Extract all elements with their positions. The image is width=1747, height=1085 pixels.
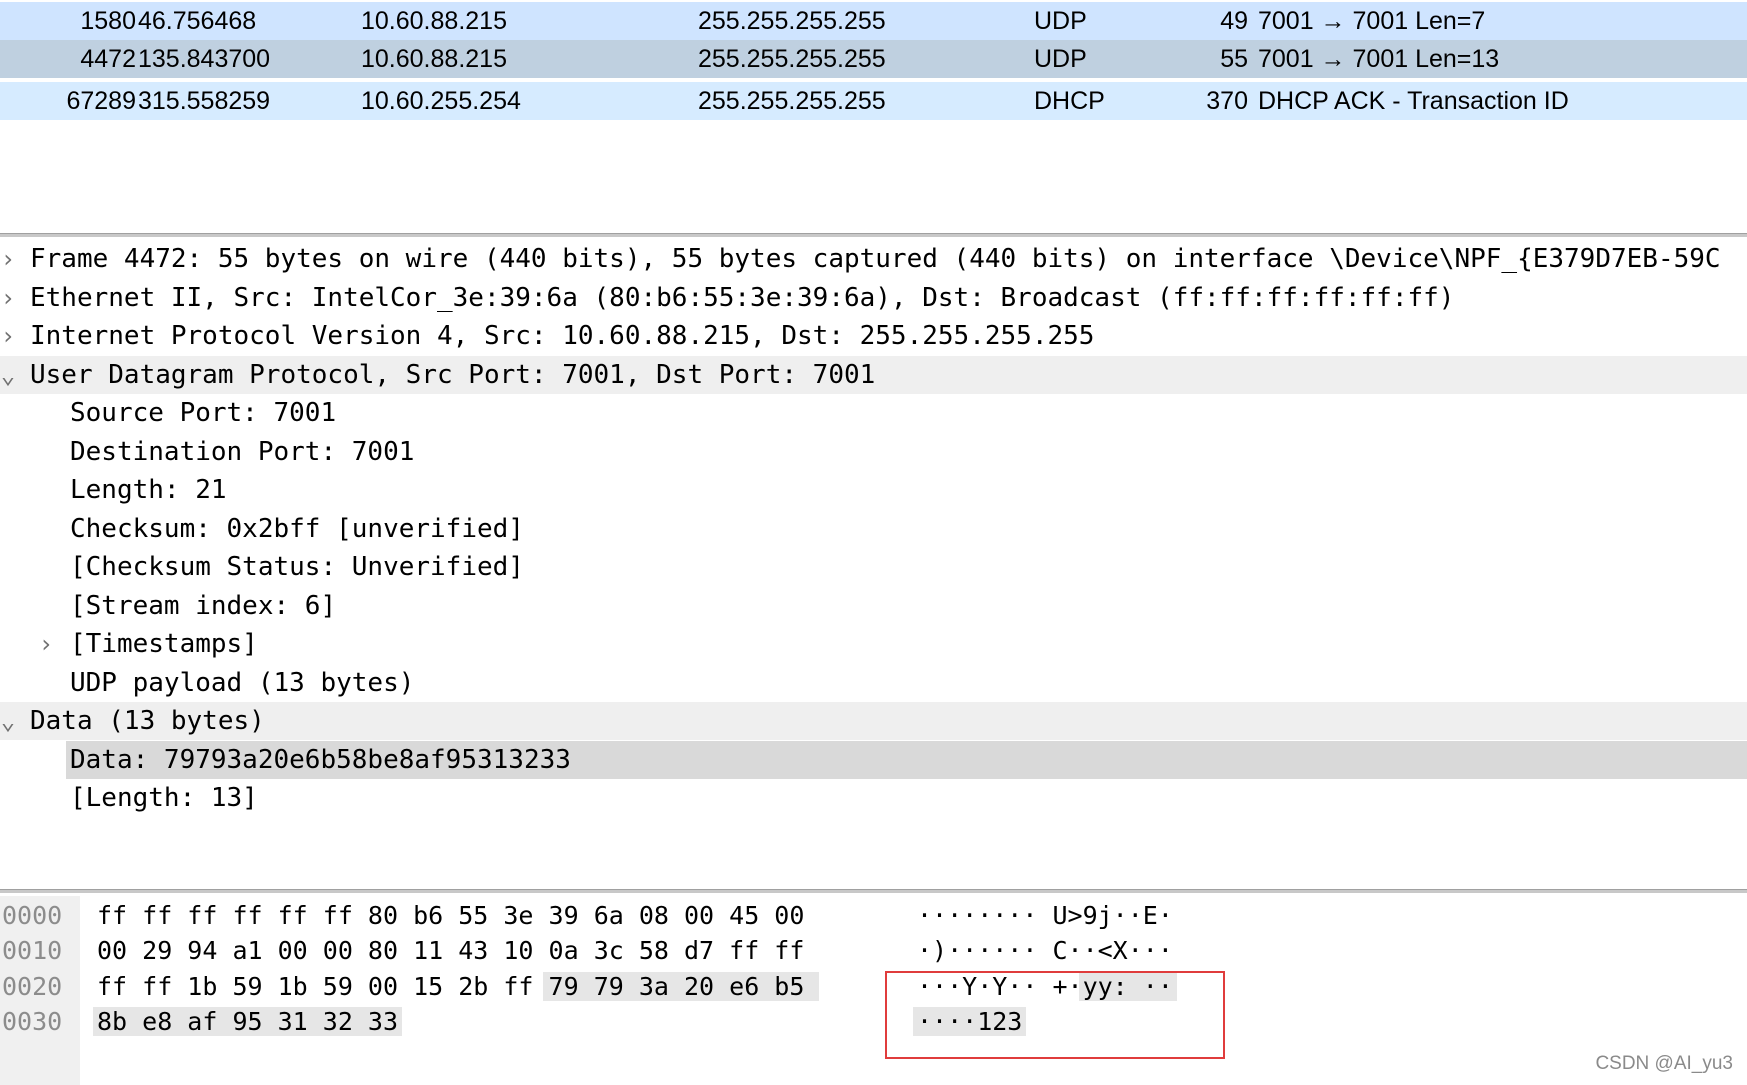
tree-item-selected[interactable]: Data: 79793a20e6b58be8af95313233 (0, 740, 1747, 779)
tree-item-label: [Timestamps] (70, 629, 258, 659)
hex-dump-line[interactable]: 0030 8b e8 af 95 31 32 33 ····123 (0, 1004, 1747, 1039)
collapse-arrow-icon[interactable]: ⌄ (0, 356, 18, 394)
hex-dump-line[interactable]: 0010 00 29 94 a1 00 00 80 11 43 10 0a 3c … (0, 933, 1747, 968)
tree-item[interactable]: Length: 21 (0, 471, 1747, 509)
tree-item-label: User Datagram Protocol, Src Port: 7001, … (30, 359, 876, 390)
tree-item-label: [Stream index: 6] (70, 590, 337, 621)
hex-offset: 0020 (2, 971, 63, 1001)
hex-bytes[interactable]: 8b e8 af 95 31 32 33 (97, 1004, 398, 1039)
tree-item[interactable]: Checksum: 0x2bff [unverified] (0, 510, 1747, 548)
tree-item-label: [Length: 13] (70, 783, 258, 813)
tree-item-label: Source Port: 7001 (70, 398, 337, 428)
packet-list-pane[interactable]: 1580 46.756468 10.60.88.215 255.255.255.… (0, 0, 1747, 232)
tree-item[interactable]: ⌄ Data (13 bytes) (0, 702, 1747, 740)
packet-row[interactable]: 1580 46.756468 10.60.88.215 255.255.255.… (0, 2, 1747, 40)
tree-item[interactable]: [Length: 13] (0, 779, 1747, 817)
tree-item-label: Frame 4472: 55 bytes on wire (440 bits),… (30, 244, 1721, 274)
tree-item-label: Destination Port: 7001 (70, 436, 415, 467)
packet-time: 135.843700 (138, 45, 271, 73)
packet-destination: 255.255.255.255 (698, 7, 886, 35)
packet-source: 10.60.255.254 (361, 87, 521, 115)
hex-bytes[interactable]: ff ff 1b 59 1b 59 00 15 2b ff 79 79 3a 2… (97, 969, 804, 1004)
hex-bytes[interactable]: 00 29 94 a1 00 00 80 11 43 10 0a 3c 58 d… (97, 933, 804, 968)
tree-item[interactable]: [Stream index: 6] (0, 587, 1747, 625)
packet-details-pane[interactable]: › Frame 4472: 55 bytes on wire (440 bits)… (0, 240, 1747, 888)
expand-arrow-icon[interactable]: › (0, 279, 18, 317)
expand-arrow-icon[interactable]: › (36, 625, 56, 663)
collapse-arrow-icon[interactable]: ⌄ (0, 702, 18, 740)
tree-item[interactable]: › [Timestamps] (0, 625, 1747, 663)
packet-destination: 255.255.255.255 (698, 87, 886, 115)
packet-row[interactable]: 67289 315.558259 10.60.255.254 255.255.2… (0, 82, 1747, 120)
packet-source: 10.60.88.215 (361, 7, 507, 35)
tree-item-label: Data (13 bytes) (30, 706, 265, 736)
expand-arrow-icon[interactable]: › (0, 317, 18, 355)
tree-item-label: Length: 21 (70, 475, 227, 505)
tree-item[interactable]: ⌄ User Datagram Protocol, Src Port: 7001,… (0, 355, 1747, 394)
packet-protocol: UDP (1034, 45, 1087, 73)
packet-number: 1580 (80, 7, 136, 35)
tree-item[interactable]: UDP payload (13 bytes) (0, 664, 1747, 702)
hex-dump-line[interactable]: 0020 ff ff 1b 59 1b 59 00 15 2b ff 79 79 … (0, 969, 1747, 1004)
hex-offset: 0010 (2, 936, 63, 966)
packet-info: DHCP ACK - Transaction ID (1258, 87, 1569, 115)
tree-item[interactable]: › Internet Protocol Version 4, Src: 10.60… (0, 317, 1747, 355)
tree-item-label: UDP payload (13 bytes) (70, 667, 415, 698)
packet-destination: 255.255.255.255 (698, 45, 886, 73)
packet-length: 370 (1206, 87, 1248, 115)
tree-item-label: Checksum: 0x2bff [unverified] (70, 513, 524, 544)
tree-item[interactable]: [Checksum Status: Unverified] (0, 548, 1747, 586)
expand-arrow-icon[interactable]: › (0, 240, 18, 278)
packet-number: 4472 (80, 45, 136, 73)
packet-info: 7001 → 7001 Len=13 (1258, 45, 1500, 73)
tree-item[interactable]: Source Port: 7001 (0, 394, 1747, 432)
hex-bytes[interactable]: ff ff ff ff ff ff 80 b6 55 3e 39 6a 08 0… (97, 898, 804, 933)
packet-source: 10.60.88.215 (361, 45, 507, 73)
hex-dump-line[interactable]: 0000 ff ff ff ff ff ff 80 b6 55 3e 39 6a … (0, 898, 1747, 933)
packet-length: 49 (1220, 7, 1248, 35)
tree-item[interactable]: Destination Port: 7001 (0, 433, 1747, 471)
pane-splitter-top[interactable] (0, 233, 1747, 237)
packet-length: 55 (1220, 45, 1248, 73)
hex-offset: 0030 (2, 1006, 63, 1036)
tree-item-label: Internet Protocol Version 4, Src: 10.60.… (30, 321, 1095, 351)
packet-row-selected[interactable]: 4472 135.843700 10.60.88.215 255.255.255… (0, 40, 1747, 78)
tree-item-label: [Checksum Status: Unverified] (70, 552, 524, 582)
tree-item-label: Ethernet II, Src: IntelCor_3e:39:6a (80:… (30, 282, 1455, 313)
hex-offset: 0000 (2, 901, 63, 930)
packet-bytes-pane[interactable]: 0000 ff ff ff ff ff ff 80 b6 55 3e 39 6a … (0, 896, 1747, 1085)
packet-time: 46.756468 (138, 7, 257, 35)
tree-item[interactable]: › Frame 4472: 55 bytes on wire (440 bits)… (0, 240, 1747, 278)
packet-protocol: UDP (1034, 7, 1087, 35)
annotation-highlight-box (885, 971, 1225, 1059)
ascii-bytes[interactable]: ········ U>9j··E· (917, 898, 1173, 933)
packet-time: 315.558259 (138, 87, 271, 115)
pane-splitter-bottom[interactable] (0, 889, 1747, 893)
ascii-bytes[interactable]: ·)······ C··<X··· (917, 933, 1173, 968)
packet-info: 7001 → 7001 Len=7 (1258, 7, 1486, 35)
packet-protocol: DHCP (1034, 87, 1105, 115)
packet-number: 67289 (66, 87, 136, 115)
watermark: CSDN @AI_yu3 (1595, 1053, 1733, 1074)
tree-item-label: Data: 79793a20e6b58be8af95313233 (70, 744, 571, 775)
tree-item[interactable]: › Ethernet II, Src: IntelCor_3e:39:6a (80… (0, 279, 1747, 317)
